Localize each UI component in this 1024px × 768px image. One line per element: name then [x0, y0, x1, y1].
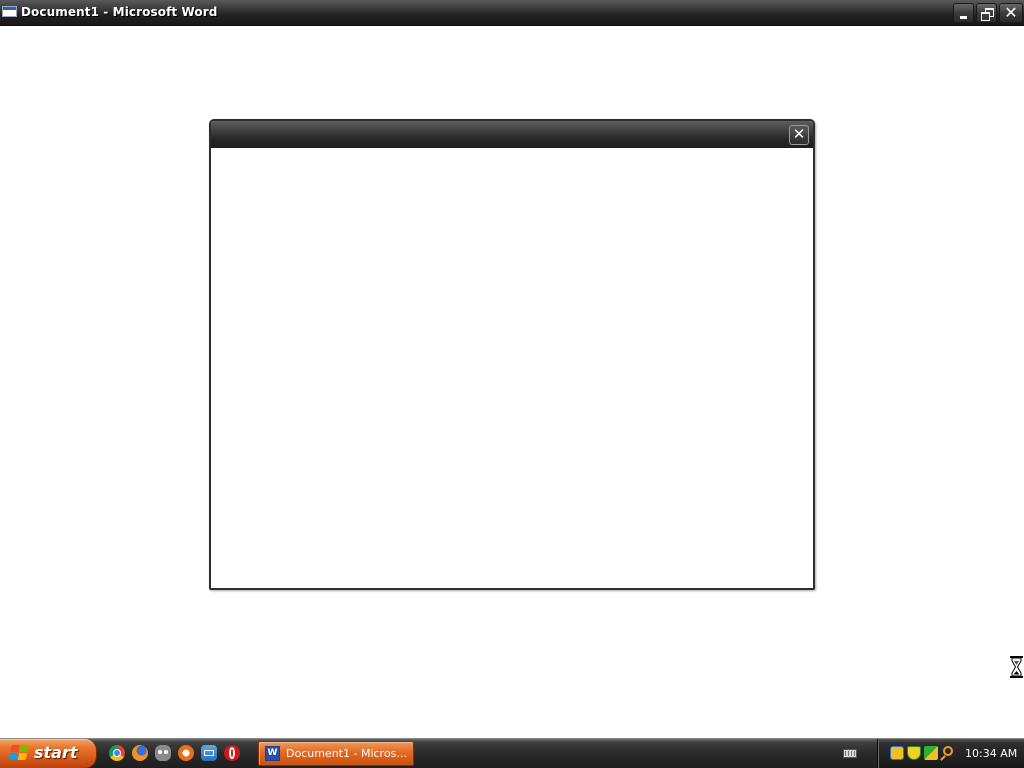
- close-window-button[interactable]: ✕: [999, 3, 1023, 23]
- start-label: start: [34, 743, 78, 762]
- hourglass-busy-icon: [1010, 656, 1023, 678]
- taskbar-item-label: Document1 - Microsof...: [286, 747, 410, 760]
- taskbar-item-word[interactable]: Document1 - Microsof...: [258, 741, 414, 766]
- search-icon[interactable]: [943, 746, 953, 756]
- update-icon[interactable]: [924, 746, 938, 760]
- window-title: Document1 - Microsoft Word: [21, 5, 218, 19]
- dialog-close-button[interactable]: ✕: [789, 125, 809, 145]
- dialog-window: ✕: [209, 119, 815, 590]
- gimp-icon[interactable]: [155, 745, 171, 761]
- firefox-icon[interactable]: [132, 745, 148, 761]
- thunderbird-icon[interactable]: [201, 745, 217, 761]
- security-shield-icon[interactable]: [907, 746, 921, 760]
- screen: Document1 - Microsoft Word ✕ ✕ start W D…: [0, 0, 1024, 768]
- close-icon: ✕: [792, 125, 806, 143]
- restore-button[interactable]: [976, 3, 997, 23]
- chrome-icon[interactable]: [109, 745, 125, 761]
- taskbar: start Document1 - Microsof... 10:34 AM: [0, 738, 1024, 768]
- system-tray: 10:34 AM: [877, 739, 1024, 768]
- keyboard-icon[interactable]: [843, 749, 857, 758]
- word-icon: [265, 746, 280, 761]
- opera-icon[interactable]: [224, 745, 240, 761]
- window-titlebar[interactable]: Document1 - Microsoft Word ✕: [0, 0, 1024, 26]
- document-window-icon[interactable]: [2, 6, 17, 17]
- app-icon[interactable]: [178, 745, 194, 761]
- dialog-content: [211, 148, 813, 588]
- minimize-icon: [960, 16, 967, 19]
- restore-icon: [981, 8, 994, 21]
- network-icon[interactable]: [890, 746, 904, 760]
- minimize-button[interactable]: [953, 3, 974, 23]
- clock[interactable]: 10:34 AM: [965, 747, 1017, 760]
- start-button[interactable]: start: [0, 739, 97, 768]
- dialog-titlebar[interactable]: ✕: [211, 121, 813, 148]
- close-icon: ✕: [1004, 3, 1018, 22]
- windows-logo-icon: [8, 745, 30, 762]
